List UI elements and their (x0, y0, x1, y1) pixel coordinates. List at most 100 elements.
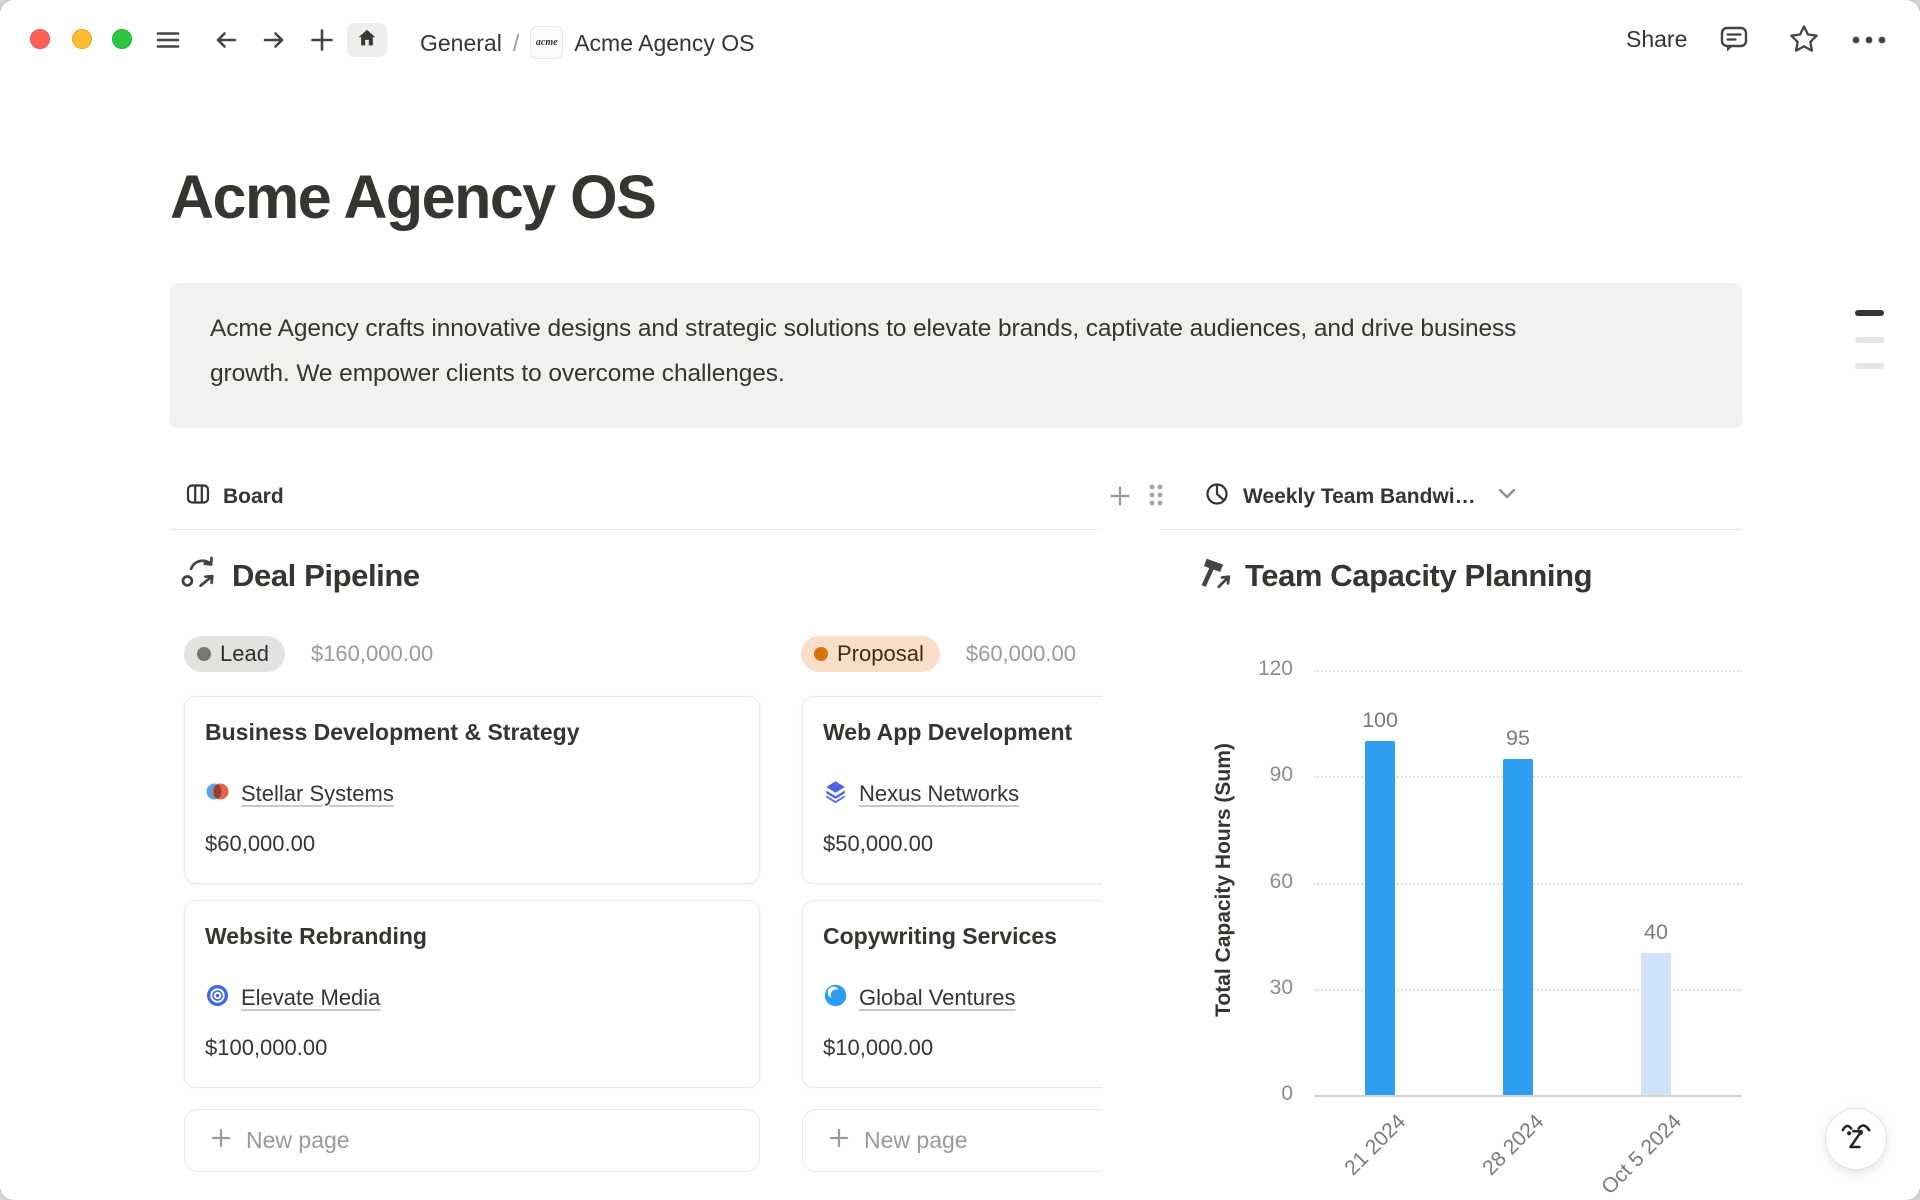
chart-view-tab[interactable]: Weekly Team Bandwi… (1204, 481, 1517, 512)
more-options-button[interactable] (1849, 31, 1889, 49)
card-company: Global Ventures (823, 983, 1016, 1013)
forward-arrow-icon (259, 25, 289, 55)
status-dot (814, 647, 828, 661)
back-button[interactable] (211, 25, 241, 55)
sidebar-toggle-button[interactable] (153, 25, 183, 55)
page-title[interactable]: Acme Agency OS (170, 160, 655, 234)
y-axis-tick: 60 (1223, 870, 1293, 894)
close-button[interactable] (30, 29, 50, 49)
breadcrumb-root[interactable]: General (420, 29, 502, 57)
company-link[interactable]: Global Ventures (859, 985, 1016, 1011)
drag-handle[interactable] (1146, 481, 1166, 509)
new-page-label: New page (864, 1127, 968, 1154)
board-card[interactable]: Copywriting Services Global Ventures $10… (802, 900, 1102, 1088)
favorite-button[interactable] (1786, 21, 1822, 57)
bar-value-label: 95 (1478, 726, 1558, 751)
share-button[interactable]: Share (1626, 26, 1687, 53)
gridline (1314, 670, 1742, 672)
card-title: Web App Development (823, 719, 1072, 746)
company-link[interactable]: Nexus Networks (859, 781, 1019, 807)
board-heading-text[interactable]: Deal Pipeline (232, 558, 420, 594)
comments-button[interactable] (1716, 21, 1752, 57)
bar[interactable] (1503, 759, 1533, 1095)
pipeline-sync-icon (180, 554, 218, 597)
topbar: General / acme Acme Agency OS Share (0, 0, 1920, 80)
zoom-button[interactable] (112, 29, 132, 49)
plus-icon (827, 1126, 851, 1156)
ai-face-icon (1837, 1118, 1875, 1161)
bar-chart: Total Capacity Hours (Sum) 0306090120100… (1102, 540, 1742, 1200)
breadcrumb-page[interactable]: Acme Agency OS (574, 29, 754, 57)
status-label: Lead (220, 641, 269, 667)
board-card[interactable]: Business Development & Strategy Stellar … (184, 696, 760, 884)
y-axis-tick: 0 (1223, 1082, 1293, 1106)
card-company: Stellar Systems (205, 779, 394, 809)
x-axis-label: 28 2024 (1478, 1110, 1549, 1181)
acme-logo: acme (536, 29, 558, 57)
board-card[interactable]: Web App Development Nexus Networks $50,0… (802, 696, 1102, 884)
global-ventures-logo-icon (823, 983, 848, 1013)
add-view-button[interactable] (1106, 482, 1134, 510)
callout-block[interactable]: Acme Agency crafts innovative designs an… (170, 283, 1742, 428)
home-icon (356, 27, 378, 54)
ellipsis-icon (1849, 31, 1889, 49)
chart-view-icon (1204, 481, 1230, 512)
board-card[interactable]: Website Rebranding Elevate Media $100,00… (184, 900, 760, 1088)
chart-view-label: Weekly Team Bandwi… (1243, 485, 1476, 509)
new-tab-button[interactable] (306, 24, 338, 56)
page-icon[interactable]: acme (530, 26, 563, 59)
toc-bar (1855, 337, 1884, 343)
board-view-label: Board (223, 485, 284, 509)
y-axis-tick: 120 (1223, 657, 1293, 681)
status-dot (197, 647, 211, 661)
y-axis-tick: 90 (1223, 763, 1293, 787)
nexus-networks-logo-icon (823, 779, 848, 809)
divider-left (170, 529, 1100, 530)
bar-value-label: 40 (1616, 920, 1696, 945)
x-axis-label: 21 2024 (1340, 1110, 1411, 1181)
bar[interactable] (1365, 741, 1395, 1095)
team-capacity-panel: Team Capacity Planning Total Capacity Ho… (1102, 540, 1742, 1200)
bar-value-label: 100 (1340, 708, 1420, 733)
divider-right (1160, 529, 1742, 530)
group-header-proposal[interactable]: Proposal $60,000.00 (801, 636, 1076, 672)
new-page-label: New page (246, 1127, 350, 1154)
hamburger-menu-icon (153, 25, 183, 55)
forward-button[interactable] (259, 25, 289, 55)
home-button[interactable] (347, 23, 387, 57)
board-view-tab[interactable]: Board (185, 481, 284, 512)
ai-assistant-button[interactable] (1825, 1108, 1887, 1170)
status-badge-lead[interactable]: Lead (184, 636, 285, 672)
comment-icon (1716, 21, 1752, 57)
card-title: Copywriting Services (823, 923, 1057, 950)
board-heading: Deal Pipeline (180, 554, 420, 597)
group-sum: $160,000.00 (311, 641, 433, 667)
card-amount: $10,000.00 (823, 1035, 933, 1061)
toc-bar (1855, 363, 1884, 369)
y-axis-tick: 30 (1223, 976, 1293, 1000)
breadcrumb: General / acme Acme Agency OS (420, 26, 754, 59)
plus-icon (306, 24, 338, 56)
drag-handle-icon (1146, 481, 1166, 509)
deal-pipeline-board: Deal Pipeline Lead $160,000.00 Proposal … (170, 540, 1102, 1200)
new-page-button[interactable]: New page (184, 1109, 760, 1172)
star-icon (1786, 21, 1822, 57)
group-header-lead[interactable]: Lead $160,000.00 (184, 636, 433, 672)
bar[interactable] (1641, 953, 1671, 1095)
toc-bar-active (1855, 310, 1884, 316)
company-link[interactable]: Elevate Media (241, 985, 380, 1011)
card-amount: $50,000.00 (823, 831, 933, 857)
x-axis-label: Oct 5 2024 (1597, 1110, 1687, 1200)
card-title: Business Development & Strategy (205, 719, 580, 746)
x-axis-line (1314, 1095, 1742, 1097)
minimize-button[interactable] (72, 29, 92, 49)
status-label: Proposal (837, 641, 924, 667)
chevron-down-icon[interactable] (1497, 487, 1517, 506)
callout-text[interactable]: Acme Agency crafts innovative designs an… (210, 307, 1550, 396)
new-page-button[interactable]: New page (802, 1109, 1102, 1172)
company-link[interactable]: Stellar Systems (241, 781, 394, 807)
status-badge-proposal[interactable]: Proposal (801, 636, 940, 672)
toc-indicator[interactable] (1855, 308, 1884, 374)
board-view-icon (185, 481, 211, 512)
card-company: Elevate Media (205, 983, 380, 1013)
